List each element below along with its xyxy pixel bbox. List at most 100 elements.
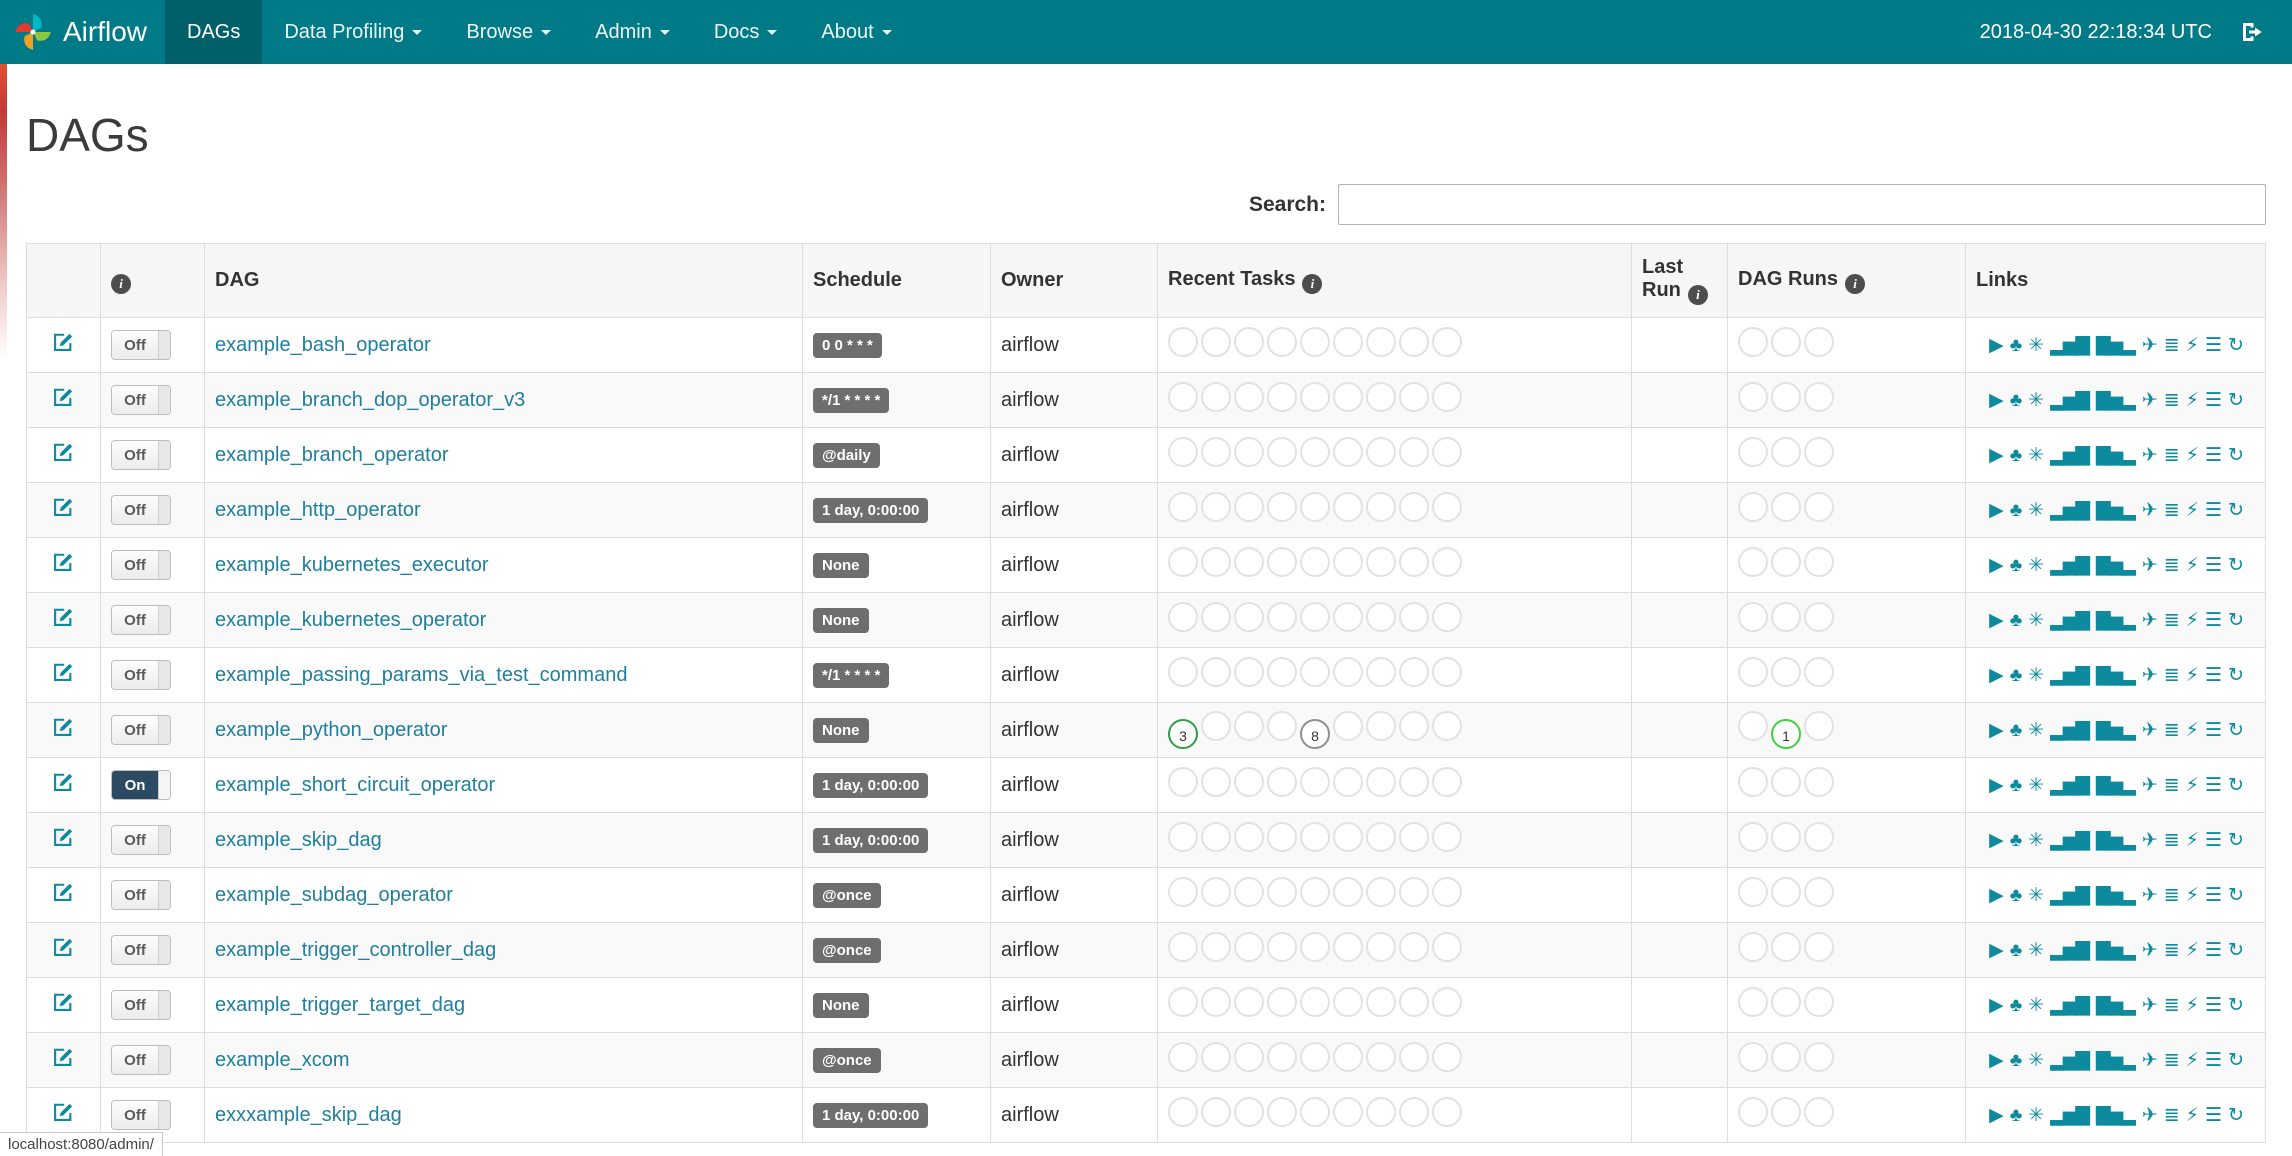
recent-task-circle[interactable] bbox=[1333, 602, 1363, 632]
schedule-badge[interactable]: 0 0 * * * bbox=[813, 332, 882, 358]
recent-task-circle[interactable] bbox=[1333, 767, 1363, 797]
recent-task-circle[interactable] bbox=[1267, 382, 1297, 412]
trigger-dag-icon[interactable]: ▶ bbox=[1989, 1104, 2004, 1127]
recent-task-circle[interactable] bbox=[1234, 1042, 1264, 1072]
recent-task-circle[interactable] bbox=[1267, 767, 1297, 797]
gantt-icon[interactable]: ≣ bbox=[2164, 884, 2180, 907]
gantt-icon[interactable]: ≣ bbox=[2164, 334, 2180, 357]
recent-task-circle[interactable] bbox=[1201, 492, 1231, 522]
search-input[interactable] bbox=[1338, 184, 2266, 225]
dag-run-circle[interactable] bbox=[1804, 877, 1834, 907]
recent-task-circle[interactable] bbox=[1300, 547, 1330, 577]
dag-run-circle[interactable] bbox=[1738, 327, 1768, 357]
dag-run-circle[interactable] bbox=[1804, 547, 1834, 577]
schedule-badge[interactable]: 1 day, 0:00:00 bbox=[813, 497, 929, 523]
recent-task-circle[interactable] bbox=[1168, 437, 1198, 467]
refresh-icon[interactable]: ↻ bbox=[2228, 1104, 2244, 1127]
recent-task-circle[interactable] bbox=[1333, 657, 1363, 687]
nav-item-admin[interactable]: Admin bbox=[573, 0, 692, 64]
dag-link[interactable]: example_kubernetes_operator bbox=[215, 609, 486, 631]
dag-link[interactable]: example_trigger_target_dag bbox=[215, 994, 465, 1016]
refresh-icon[interactable]: ↻ bbox=[2228, 334, 2244, 357]
recent-task-circle[interactable] bbox=[1234, 382, 1264, 412]
dag-run-circle[interactable] bbox=[1738, 492, 1768, 522]
recent-task-circle[interactable] bbox=[1333, 492, 1363, 522]
refresh-icon[interactable]: ↻ bbox=[2228, 774, 2244, 797]
gantt-icon[interactable]: ≣ bbox=[2164, 664, 2180, 687]
recent-task-circle[interactable] bbox=[1234, 767, 1264, 797]
refresh-icon[interactable]: ↻ bbox=[2228, 994, 2244, 1017]
edit-icon[interactable] bbox=[53, 552, 74, 573]
pause-toggle[interactable]: Off bbox=[111, 1100, 171, 1130]
recent-task-circle[interactable] bbox=[1168, 602, 1198, 632]
gantt-icon[interactable]: ≣ bbox=[2164, 719, 2180, 742]
dag-run-circle[interactable] bbox=[1738, 767, 1768, 797]
dag-run-circle[interactable] bbox=[1804, 1097, 1834, 1127]
recent-task-circle[interactable] bbox=[1366, 767, 1396, 797]
recent-task-circle[interactable] bbox=[1234, 1097, 1264, 1127]
recent-task-circle[interactable] bbox=[1201, 547, 1231, 577]
recent-task-circle[interactable] bbox=[1432, 437, 1462, 467]
recent-task-circle[interactable] bbox=[1333, 1042, 1363, 1072]
task-duration-icon[interactable]: ▂▅▇ bbox=[2050, 664, 2090, 687]
recent-task-circle[interactable] bbox=[1366, 657, 1396, 687]
task-tries-icon[interactable]: ▇▅▂ bbox=[2096, 939, 2136, 962]
recent-task-circle[interactable] bbox=[1366, 1042, 1396, 1072]
recent-task-circle[interactable] bbox=[1432, 1097, 1462, 1127]
landing-times-icon[interactable]: ✈ bbox=[2142, 884, 2158, 907]
dag-run-circle[interactable] bbox=[1738, 877, 1768, 907]
dag-run-circle[interactable] bbox=[1771, 327, 1801, 357]
dag-run-circle[interactable] bbox=[1771, 767, 1801, 797]
dag-run-circle[interactable] bbox=[1771, 1097, 1801, 1127]
logs-icon[interactable]: ☰ bbox=[2205, 554, 2222, 577]
recent-task-circle[interactable] bbox=[1201, 1042, 1231, 1072]
recent-task-circle[interactable] bbox=[1234, 822, 1264, 852]
dag-link[interactable]: example_passing_params_via_test_command bbox=[215, 664, 627, 686]
logs-icon[interactable]: ☰ bbox=[2205, 719, 2222, 742]
logs-icon[interactable]: ☰ bbox=[2205, 774, 2222, 797]
recent-task-circle[interactable] bbox=[1300, 1042, 1330, 1072]
recent-task-circle[interactable] bbox=[1168, 1042, 1198, 1072]
recent-task-circle[interactable] bbox=[1267, 877, 1297, 907]
recent-task-circle[interactable] bbox=[1201, 932, 1231, 962]
refresh-icon[interactable]: ↻ bbox=[2228, 609, 2244, 632]
graph-view-icon[interactable]: ✳ bbox=[2028, 884, 2044, 907]
logs-icon[interactable]: ☰ bbox=[2205, 1049, 2222, 1072]
tree-view-icon[interactable]: ♣ bbox=[2010, 555, 2023, 577]
pause-toggle[interactable]: Off bbox=[111, 440, 171, 470]
task-duration-icon[interactable]: ▂▅▇ bbox=[2050, 499, 2090, 522]
dag-run-circle[interactable] bbox=[1738, 657, 1768, 687]
refresh-icon[interactable]: ↻ bbox=[2228, 389, 2244, 412]
edit-icon[interactable] bbox=[53, 772, 74, 793]
recent-task-circle[interactable] bbox=[1399, 1042, 1429, 1072]
recent-task-circle[interactable] bbox=[1432, 711, 1462, 741]
task-duration-icon[interactable]: ▂▅▇ bbox=[2050, 334, 2090, 357]
task-tries-icon[interactable]: ▇▅▂ bbox=[2096, 1104, 2136, 1127]
recent-task-circle[interactable] bbox=[1267, 602, 1297, 632]
landing-times-icon[interactable]: ✈ bbox=[2142, 444, 2158, 467]
recent-task-circle[interactable] bbox=[1432, 987, 1462, 1017]
dag-run-circle[interactable] bbox=[1771, 877, 1801, 907]
recent-task-circle[interactable] bbox=[1366, 711, 1396, 741]
recent-task-circle[interactable]: 8 bbox=[1300, 719, 1330, 749]
tree-view-icon[interactable]: ♣ bbox=[2010, 1105, 2023, 1127]
dag-run-circle[interactable] bbox=[1771, 987, 1801, 1017]
dag-run-circle[interactable] bbox=[1804, 987, 1834, 1017]
recent-task-circle[interactable] bbox=[1300, 1097, 1330, 1127]
recent-task-circle[interactable] bbox=[1168, 657, 1198, 687]
refresh-icon[interactable]: ↻ bbox=[2228, 939, 2244, 962]
task-tries-icon[interactable]: ▇▅▂ bbox=[2096, 884, 2136, 907]
recent-task-circle[interactable] bbox=[1366, 822, 1396, 852]
graph-view-icon[interactable]: ✳ bbox=[2028, 609, 2044, 632]
recent-task-circle[interactable] bbox=[1234, 437, 1264, 467]
trigger-dag-icon[interactable]: ▶ bbox=[1989, 554, 2004, 577]
recent-task-circle[interactable] bbox=[1432, 932, 1462, 962]
pause-toggle[interactable]: Off bbox=[111, 330, 171, 360]
recent-task-circle[interactable] bbox=[1201, 877, 1231, 907]
task-tries-icon[interactable]: ▇▅▂ bbox=[2096, 664, 2136, 687]
recent-task-circle[interactable] bbox=[1399, 932, 1429, 962]
info-icon[interactable]: i bbox=[1845, 273, 1865, 294]
code-view-icon[interactable]: ⚡ bbox=[2186, 554, 2199, 577]
recent-task-circle[interactable] bbox=[1234, 547, 1264, 577]
dag-run-circle[interactable] bbox=[1771, 657, 1801, 687]
